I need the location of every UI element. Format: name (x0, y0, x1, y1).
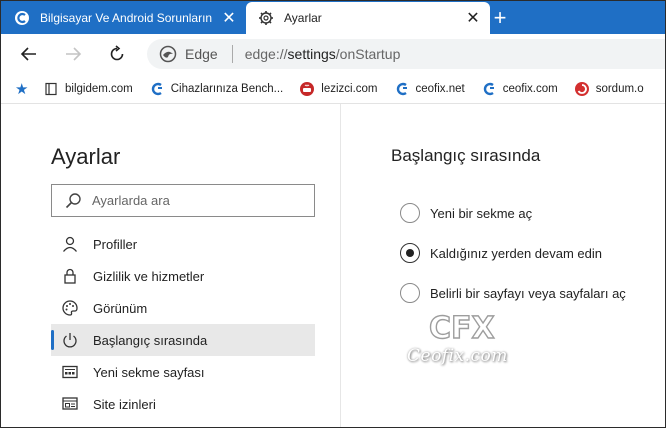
bookmark-item[interactable]: lezizci.com (299, 81, 378, 97)
tab-title: Bilgisayar Ve Android Sorunların (40, 11, 213, 25)
bookmark-item[interactable]: ceofix.net (394, 81, 465, 97)
search-box[interactable] (51, 184, 315, 217)
cfx-logo-icon: CFX (428, 310, 495, 346)
palette-icon (61, 299, 79, 317)
startup-options: Yeni bir sekme aç Kaldığınız yerden deva… (400, 193, 626, 313)
svg-text:CFX: CFX (429, 311, 495, 346)
bookmark-item[interactable]: bilgidem.com (43, 81, 133, 97)
radio-button[interactable] (400, 283, 420, 303)
sidebar-item-site-permissions[interactable]: Site izinleri (51, 388, 315, 420)
sidebar-item-profiles[interactable]: Profiller (51, 228, 315, 260)
address-bar[interactable]: Edge edge://settings/onStartup (147, 39, 665, 69)
close-tab-icon[interactable]: ✕ (464, 9, 482, 27)
ceofix-icon (481, 81, 497, 97)
option-label: Yeni bir sekme aç (430, 205, 533, 221)
ceofix-icon (149, 81, 165, 97)
tab-settings[interactable]: Ayarlar ✕ (246, 2, 490, 34)
sidebar-item-startup[interactable]: Başlangıç sırasında (51, 324, 315, 356)
site-permissions-icon (61, 395, 79, 413)
sidebar-item-label: Görünüm (93, 300, 148, 316)
book-icon (43, 81, 59, 97)
ceofix-favicon-icon (14, 10, 30, 26)
ceofix-icon (394, 81, 410, 97)
bookmark-item[interactable]: ceofix.com (481, 81, 558, 97)
option-new-tab[interactable]: Yeni bir sekme aç (400, 193, 626, 233)
settings-nav: Profiller Gizlilik ve hizmetler Görünüm … (51, 228, 315, 420)
tab-title: Ayarlar (284, 11, 322, 25)
gear-icon (258, 10, 274, 26)
edge-logo-icon (159, 45, 177, 63)
address-separator (231, 45, 233, 63)
forward-button[interactable] (59, 40, 87, 68)
option-continue[interactable]: Kaldığınız yerden devam edin (400, 233, 626, 273)
radio-button[interactable] (400, 203, 420, 223)
lock-icon (61, 267, 79, 285)
ceofix-watermark: CFX Ceofix.com (407, 306, 527, 384)
sidebar-item-label: Gizlilik ve hizmetler (93, 268, 205, 284)
search-icon (65, 192, 81, 208)
option-label: Belirli bir sayfayı veya sayfaları aç (430, 285, 626, 301)
settings-sidebar: Ayarlar Profiller Gizlilik ve hizmetler … (1, 104, 341, 427)
arrow-right-icon (66, 47, 82, 61)
bookmark-item[interactable]: Cihazlarınıza Bench... (149, 81, 283, 97)
search-input[interactable] (92, 193, 292, 208)
radio-button-checked[interactable] (400, 243, 420, 263)
page-title: Ayarlar (51, 144, 121, 169)
sidebar-item-label: Site izinleri (93, 396, 156, 412)
refresh-icon (110, 45, 124, 61)
pot-icon (299, 81, 315, 97)
sidebar-item-privacy[interactable]: Gizlilik ve hizmetler (51, 260, 315, 292)
new-tab-button[interactable]: + (487, 5, 513, 31)
toolbar: Edge edge://settings/onStartup (1, 34, 665, 74)
favorites-bar: ★ bilgidem.com Cihazlarınıza Bench... le… (1, 74, 665, 104)
sidebar-item-label: Başlangıç sırasında (93, 332, 208, 348)
scheme-label: Edge (185, 46, 218, 62)
power-icon (61, 331, 79, 349)
person-icon (61, 235, 79, 253)
arrow-left-icon (20, 47, 36, 61)
back-button[interactable] (15, 40, 43, 68)
bookmark-item[interactable]: sordum.o (574, 81, 644, 97)
section-title: Başlangıç sırasında (391, 146, 541, 165)
sidebar-item-new-tab-page[interactable]: Yeni sekme sayfası (51, 356, 315, 388)
option-label: Kaldığınız yerden devam edin (430, 245, 602, 261)
browser-window: Bilgisayar Ve Android Sorunların ✕ Ayarl… (0, 0, 666, 428)
sidebar-item-label: Yeni sekme sayfası (93, 364, 205, 380)
sordum-icon (574, 81, 590, 97)
tab-strip: Bilgisayar Ve Android Sorunların ✕ Ayarl… (1, 1, 665, 34)
refresh-button[interactable] (103, 40, 131, 68)
star-icon[interactable]: ★ (15, 80, 31, 98)
watermark-text: Ceofix.com (407, 346, 508, 366)
sidebar-item-label: Profiller (93, 236, 138, 252)
sidebar-item-appearance[interactable]: Görünüm (51, 292, 315, 324)
url-text: edge://settings/onStartup (244, 46, 401, 62)
newtab-page-icon (61, 363, 79, 381)
close-tab-icon[interactable]: ✕ (220, 9, 238, 27)
tab-ceofix[interactable]: Bilgisayar Ve Android Sorunların ✕ (2, 2, 246, 34)
